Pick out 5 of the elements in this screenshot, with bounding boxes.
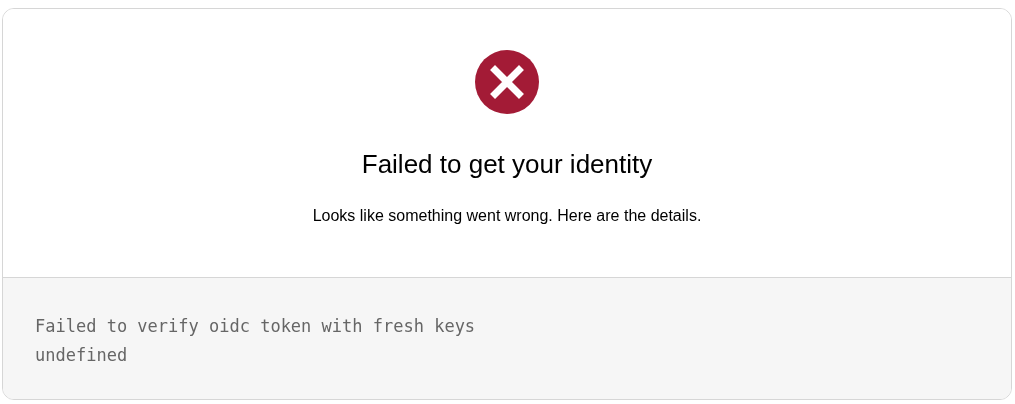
error-message: Looks like something went wrong. Here are the details. [312,206,702,226]
error-icon [475,50,539,114]
details-line: undefined [35,344,129,367]
details-line: Failed to verify oidc token with fresh keys [35,315,477,338]
error-title: Failed to get your identity [361,148,653,180]
